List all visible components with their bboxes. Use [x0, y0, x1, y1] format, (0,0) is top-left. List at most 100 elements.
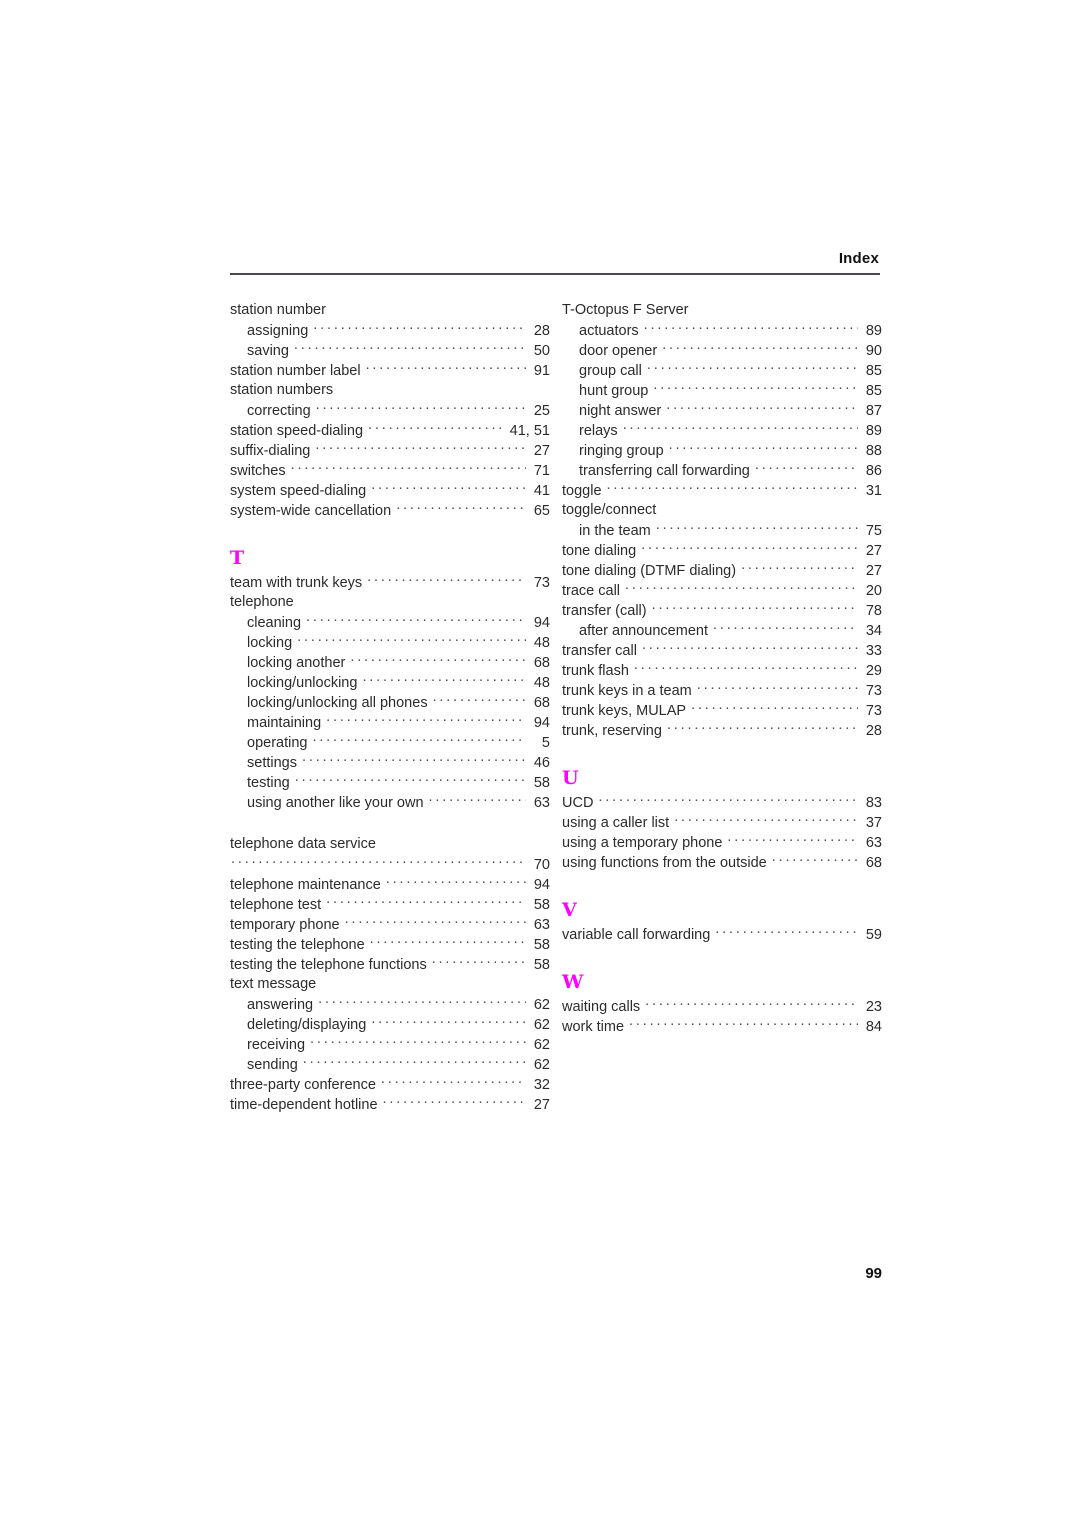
index-entry[interactable]: assigning 28 — [230, 320, 550, 340]
index-entry[interactable]: T-Octopus F Server — [562, 300, 882, 320]
index-entry[interactable]: telephone — [230, 592, 550, 612]
dot-leader — [741, 560, 858, 575]
index-entry[interactable]: team with trunk keys 73 — [230, 572, 550, 592]
index-entry[interactable]: three-party conference 32 — [230, 1074, 550, 1094]
index-entry[interactable]: deleting/displaying 62 — [230, 1014, 550, 1034]
index-entry[interactable]: answering 62 — [230, 994, 550, 1014]
index-entry-page-number: 58 — [533, 774, 550, 791]
index-entry[interactable]: station number — [230, 300, 550, 320]
index-entry-label: tone dialing (DTMF dialing) — [562, 562, 737, 579]
index-entry[interactable]: tone dialing (DTMF dialing) 27 — [562, 560, 882, 580]
index-entry-label: saving — [247, 342, 289, 359]
index-entry[interactable]: cleaning 94 — [230, 612, 550, 632]
dot-leader — [755, 460, 858, 475]
index-entry[interactable]: trunk flash 29 — [562, 660, 882, 680]
index-entry-page-number: 27 — [533, 1096, 550, 1113]
index-entry[interactable]: settings 46 — [230, 752, 550, 772]
index-entry[interactable]: after announcement 34 — [562, 620, 882, 640]
index-entry[interactable]: testing the telephone 58 — [230, 934, 550, 954]
index-entry[interactable]: variable call forwarding 59 — [562, 924, 882, 944]
index-entry[interactable]: system-wide cancellation 65 — [230, 500, 550, 520]
index-entry-page-number: 32 — [533, 1076, 550, 1093]
index-entry[interactable]: using a caller list 37 — [562, 812, 882, 832]
index-entry-label: transfer call — [562, 642, 637, 659]
index-entry[interactable]: hunt group 85 — [562, 380, 882, 400]
index-entry[interactable]: telephone data service — [230, 834, 550, 854]
index-entry[interactable]: in the team 75 — [562, 520, 882, 540]
index-entry-label: trunk keys, MULAP — [562, 702, 687, 719]
index-entry[interactable]: text message — [230, 974, 550, 994]
dot-leader — [313, 320, 526, 335]
index-entry[interactable]: correcting 25 — [230, 400, 550, 420]
index-entry[interactable]: toggle 31 — [562, 480, 882, 500]
index-entry-label: locking — [247, 634, 293, 651]
index-entry-label: group call — [579, 362, 642, 379]
index-entry[interactable]: night answer 87 — [562, 400, 882, 420]
index-entry[interactable]: sending 62 — [230, 1054, 550, 1074]
index-entry[interactable]: locking another 68 — [230, 652, 550, 672]
dot-leader — [383, 1094, 526, 1109]
index-entry[interactable]: door opener 90 — [562, 340, 882, 360]
page-number: 99 — [865, 1265, 882, 1282]
index-entry[interactable]: work time 84 — [562, 1016, 882, 1036]
index-entry[interactable]: temporary phone 63 — [230, 914, 550, 934]
index-entry[interactable]: trunk keys, MULAP 73 — [562, 700, 882, 720]
index-entry[interactable]: switches 71 — [230, 460, 550, 480]
index-entry[interactable]: ringing group 88 — [562, 440, 882, 460]
index-entry[interactable]: operating 5 — [230, 732, 550, 752]
dot-leader — [666, 400, 858, 415]
index-entry[interactable]: testing 58 — [230, 772, 550, 792]
page-header: Index — [230, 250, 880, 275]
index-entry[interactable]: using functions from the outside 68 — [562, 852, 882, 872]
index-entry-page-number: 68 — [533, 694, 550, 711]
index-entry[interactable]: group call 85 — [562, 360, 882, 380]
index-entry-page-number: 58 — [533, 896, 550, 913]
index-entry[interactable]: locking 48 — [230, 632, 550, 652]
index-entry[interactable]: actuators 89 — [562, 320, 882, 340]
dot-leader — [315, 440, 526, 455]
dot-leader — [727, 832, 858, 847]
index-entry[interactable]: station number label 91 — [230, 360, 550, 380]
index-entry[interactable]: station speed-dialing 41, 51 — [230, 420, 550, 440]
index-entry[interactable]: maintaining 94 — [230, 712, 550, 732]
index-entry-page-number: 59 — [865, 926, 882, 943]
index-entry[interactable]: trunk keys in a team 73 — [562, 680, 882, 700]
index-entry[interactable]: transferring call forwarding 86 — [562, 460, 882, 480]
index-entry[interactable]: transfer (call) 78 — [562, 600, 882, 620]
index-entry[interactable]: trunk, reserving 28 — [562, 720, 882, 740]
dot-leader — [634, 660, 858, 675]
index-entry[interactable]: locking/unlocking 48 — [230, 672, 550, 692]
index-entry-label: work time — [562, 1018, 625, 1035]
index-entry[interactable]: relays 89 — [562, 420, 882, 440]
index-entry[interactable]: trace call 20 — [562, 580, 882, 600]
index-entry[interactable]: telephone test 58 — [230, 894, 550, 914]
index-entry[interactable]: receiving 62 — [230, 1034, 550, 1054]
index-entry-label: locking/unlocking all phones — [247, 694, 428, 711]
index-entry[interactable]: UCD 83 — [562, 792, 882, 812]
index-entry[interactable]: testing the telephone functions 58 — [230, 954, 550, 974]
index-entry[interactable]: using a temporary phone 63 — [562, 832, 882, 852]
index-entry-label: operating — [247, 734, 308, 751]
index-entry-continuation[interactable]: 70 — [230, 854, 550, 874]
index-entry[interactable]: locking/unlocking all phones 68 — [230, 692, 550, 712]
index-entry[interactable]: station numbers — [230, 380, 550, 400]
index-entry-page-number: 33 — [865, 642, 882, 659]
index-entry[interactable]: transfer call 33 — [562, 640, 882, 660]
dot-leader — [326, 712, 526, 727]
index-entry[interactable]: time-dependent hotline 27 — [230, 1094, 550, 1114]
index-entry-page-number: 68 — [533, 654, 550, 671]
dot-leader — [669, 440, 858, 455]
index-entry-page-number: 58 — [533, 936, 550, 953]
index-entry[interactable]: tone dialing 27 — [562, 540, 882, 560]
index-entry-label: hunt group — [579, 382, 649, 399]
index-entry[interactable]: using another like your own 63 — [230, 792, 550, 812]
index-entry-page-number: 37 — [865, 814, 882, 831]
index-entry[interactable]: system speed-dialing 41 — [230, 480, 550, 500]
index-entry[interactable]: telephone maintenance 94 — [230, 874, 550, 894]
index-entry[interactable]: waiting calls 23 — [562, 996, 882, 1016]
dot-leader — [294, 340, 526, 355]
index-entry[interactable]: suffix-dialing 27 — [230, 440, 550, 460]
index-entry[interactable]: toggle/connect — [562, 500, 882, 520]
index-entry-page-number: 89 — [865, 322, 882, 339]
index-entry[interactable]: saving 50 — [230, 340, 550, 360]
